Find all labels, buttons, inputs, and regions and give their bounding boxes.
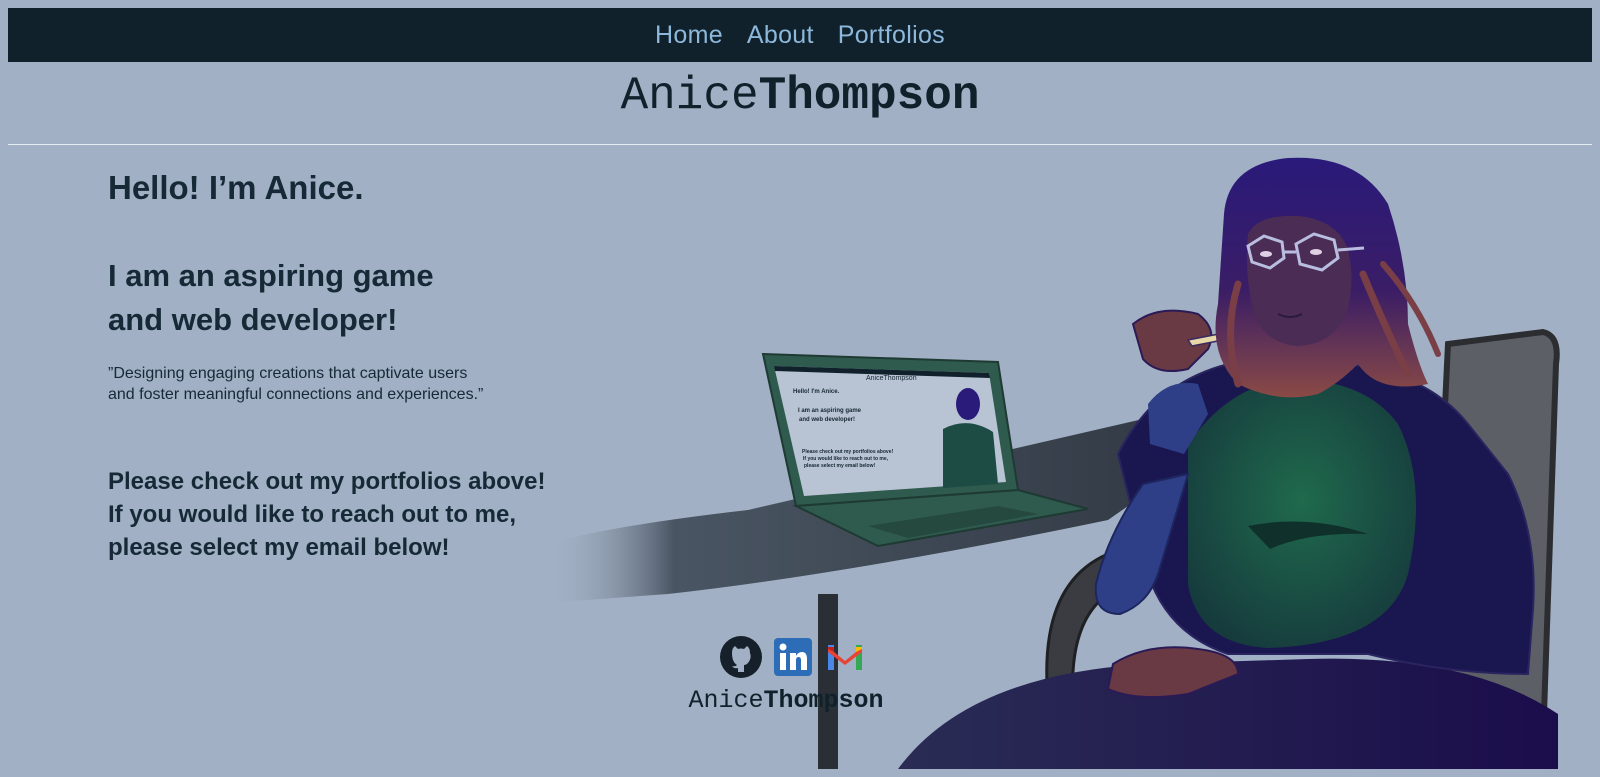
cta-line-3: please select my email below! [108, 534, 450, 561]
greeting-heading: Hello! I’m Anice. [108, 169, 364, 206]
quote-line-2: and foster meaningful connections and ex… [108, 386, 484, 403]
svg-text:and web developer!: and web developer! [799, 417, 855, 423]
page-frame: Home About Portfolios AniceThompson Anic… [8, 8, 1592, 769]
gmail-link[interactable] [824, 636, 866, 678]
nav-home-link[interactable]: Home [655, 21, 723, 50]
logo-last-name: Thompson [758, 70, 980, 122]
svg-text:I am an aspiring game: I am an aspiring game [798, 408, 862, 414]
tagline-line-2: and web developer! [108, 302, 398, 337]
tagline-line-1: I am an aspiring game [108, 258, 434, 293]
footer-first-name: Anice [688, 686, 764, 715]
header-divider [8, 144, 1592, 145]
nav-about-link[interactable]: About [747, 21, 814, 50]
svg-text:Please check out my portfolios: Please check out my portfolios above! [802, 449, 893, 455]
top-navigation: Home About Portfolios [8, 8, 1592, 62]
github-icon [720, 636, 762, 678]
linkedin-icon [774, 638, 812, 676]
hero-illustration: AniceThompson Hello! I'm Anice. I am an … [548, 157, 1560, 769]
logo-first-name: Anice [620, 70, 759, 122]
svg-text:AniceThompson: AniceThompson [866, 375, 917, 382]
footer-last-name: Thompson [763, 686, 884, 715]
call-to-action: Please check out my portfolios above! If… [108, 465, 578, 564]
social-links [720, 636, 866, 678]
mission-quote: ”Designing engaging creations that capti… [108, 363, 538, 405]
tagline-heading: I am an aspiring game and web developer! [108, 254, 528, 342]
svg-text:If you would like to reach out: If you would like to reach out to me, [803, 456, 889, 462]
gmail-icon [828, 645, 862, 670]
linkedin-link[interactable] [772, 636, 814, 678]
cta-line-1: Please check out my portfolios above! [108, 468, 546, 495]
footer-logo[interactable]: AniceThompson [8, 686, 1564, 716]
github-link[interactable] [720, 636, 762, 678]
svg-text:please select my email below!: please select my email below! [804, 463, 875, 469]
quote-line-1: ”Designing engaging creations that capti… [108, 365, 468, 382]
cta-line-2: If you would like to reach out to me, [108, 501, 517, 528]
nav-portfolios-link[interactable]: Portfolios [838, 21, 945, 50]
site-logo[interactable]: AniceThompson [8, 68, 1592, 124]
svg-text:Hello! I'm Anice.: Hello! I'm Anice. [793, 389, 840, 395]
